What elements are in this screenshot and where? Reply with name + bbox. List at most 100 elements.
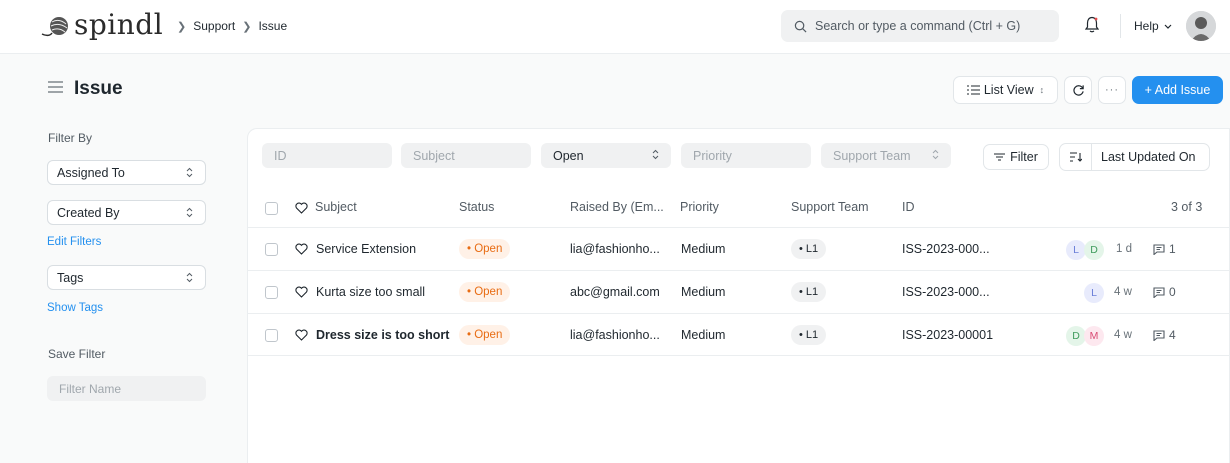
assigned-to-label: Assigned To: [57, 165, 125, 180]
comment-count-value: 0: [1169, 285, 1176, 299]
refresh-button[interactable]: [1064, 76, 1092, 104]
updown-caret-icon: [652, 149, 659, 160]
issue-subject[interactable]: Dress size is too short: [316, 328, 449, 342]
issue-id: ISS-2023-00001: [902, 328, 994, 342]
filter-by-heading: Filter By: [48, 131, 93, 145]
col-raised-by[interactable]: Raised By (Em...: [570, 200, 664, 214]
heart-icon[interactable]: [295, 202, 308, 214]
sort-control[interactable]: Last Updated On: [1059, 143, 1210, 171]
page-title: Issue: [74, 78, 123, 99]
add-issue-button[interactable]: + Add Issue: [1132, 76, 1223, 104]
table-row[interactable]: Service Extension • Open lia@fashionho..…: [248, 227, 1230, 270]
sort-order-button[interactable]: [1060, 144, 1092, 170]
issue-subject[interactable]: Service Extension: [316, 242, 416, 256]
priority-filter-input[interactable]: Priority: [681, 143, 811, 168]
navbar: spindl ❯ Support ❯ Issue Search or type …: [0, 0, 1230, 54]
comment-icon: [1153, 243, 1165, 255]
team-badge: • L1: [791, 325, 827, 345]
brand-name: spindl: [74, 8, 164, 41]
divider: [1120, 14, 1121, 38]
updown-icon: ↕: [1039, 85, 1045, 95]
created-by-select[interactable]: Created By: [47, 200, 206, 225]
raised-by: lia@fashionho...: [570, 328, 660, 342]
updown-caret-icon: [932, 149, 939, 160]
heart-icon[interactable]: [295, 329, 308, 341]
table-row[interactable]: Dress size is too short • Open lia@fashi…: [248, 313, 1230, 356]
assignee-avatar[interactable]: D: [1084, 240, 1104, 260]
modified-age: 1 d: [1116, 243, 1132, 255]
chevron-right-icon: ❯: [242, 20, 252, 33]
updown-caret-icon: [186, 272, 193, 283]
heart-icon[interactable]: [295, 243, 308, 255]
col-subject[interactable]: Subject: [315, 200, 357, 214]
support-team-filter-select[interactable]: Support Team: [821, 143, 951, 168]
user-avatar[interactable]: [1186, 11, 1216, 41]
row-checkbox[interactable]: [265, 243, 278, 256]
row-checkbox[interactable]: [265, 329, 278, 342]
user-photo-icon: [1186, 11, 1216, 41]
status-badge: • Open: [459, 282, 511, 302]
search-placeholder: Search or type a command (Ctrl + G): [815, 19, 1021, 33]
row-checkbox[interactable]: [265, 286, 278, 299]
assignee-avatar[interactable]: D: [1066, 326, 1086, 346]
help-dropdown[interactable]: Help: [1134, 19, 1172, 33]
status-badge: • Open: [459, 325, 511, 345]
breadcrumb-issue[interactable]: Issue: [258, 19, 287, 33]
subject-filter-input[interactable]: Subject: [401, 143, 531, 168]
assignee-avatar[interactable]: L: [1066, 240, 1086, 260]
status-badge: • Open: [459, 239, 511, 259]
issue-subject[interactable]: Kurta size too small: [316, 285, 425, 299]
raised-by: lia@fashionho...: [570, 242, 660, 256]
comment-count: 1: [1153, 242, 1176, 256]
list-icon: [966, 85, 980, 95]
save-filter-heading: Save Filter: [48, 347, 106, 361]
tags-label: Tags: [57, 270, 84, 285]
heart-icon[interactable]: [295, 286, 308, 298]
brand-logo[interactable]: spindl: [40, 8, 163, 41]
more-actions-button[interactable]: ···: [1098, 76, 1126, 104]
col-id[interactable]: ID: [902, 200, 915, 214]
id-filter-input[interactable]: ID: [262, 143, 392, 168]
status-filter-select[interactable]: Open: [541, 143, 671, 168]
status-filter-value: Open: [553, 148, 584, 163]
col-status[interactable]: Status: [459, 200, 494, 214]
comment-count: 4: [1153, 328, 1176, 342]
comment-icon: [1153, 329, 1165, 341]
chevron-right-icon: ❯: [177, 20, 187, 33]
breadcrumb-support[interactable]: Support: [193, 19, 235, 33]
priority: Medium: [681, 328, 726, 342]
search-input[interactable]: Search or type a command (Ctrl + G): [781, 10, 1059, 42]
comment-count-value: 1: [1169, 242, 1176, 256]
filter-name-input[interactable]: Filter Name: [47, 376, 206, 401]
hamburger-menu-icon[interactable]: [48, 81, 63, 93]
filter-icon: [994, 153, 1006, 161]
modified-age: 4 w: [1114, 286, 1132, 298]
col-priority[interactable]: Priority: [680, 200, 719, 214]
assigned-to-select[interactable]: Assigned To: [47, 160, 206, 185]
assignee-avatar[interactable]: L: [1084, 283, 1104, 303]
table-row[interactable]: Kurta size too small • Open abc@gmail.co…: [248, 270, 1230, 313]
list-view-button[interactable]: List View ↕: [953, 76, 1058, 104]
support-team-filter-placeholder: Support Team: [833, 148, 911, 163]
subject-filter-placeholder: Subject: [413, 148, 455, 163]
tags-select[interactable]: Tags: [47, 265, 206, 290]
priority: Medium: [681, 285, 726, 299]
help-label: Help: [1134, 19, 1159, 33]
yarn-ball-icon: [41, 16, 68, 36]
col-support-team[interactable]: Support Team: [791, 200, 869, 214]
show-tags-link[interactable]: Show Tags: [47, 302, 103, 314]
updown-caret-icon: [186, 207, 193, 218]
modified-age: 4 w: [1114, 329, 1132, 341]
edit-filters-link[interactable]: Edit Filters: [47, 236, 101, 248]
filter-button[interactable]: Filter: [983, 144, 1049, 170]
chevron-down-icon: [1164, 24, 1172, 29]
comment-count: 0: [1153, 285, 1176, 299]
assignee-avatar[interactable]: M: [1084, 326, 1104, 346]
result-count: 3 of 3: [1171, 200, 1203, 214]
table-header: Subject Status Raised By (Em... Priority…: [248, 190, 1230, 226]
bell-icon[interactable]: [1085, 16, 1099, 33]
sort-field-label[interactable]: Last Updated On: [1092, 150, 1196, 164]
issue-id: ISS-2023-000...: [902, 285, 990, 299]
priority: Medium: [681, 242, 726, 256]
select-all-checkbox[interactable]: [265, 202, 278, 215]
